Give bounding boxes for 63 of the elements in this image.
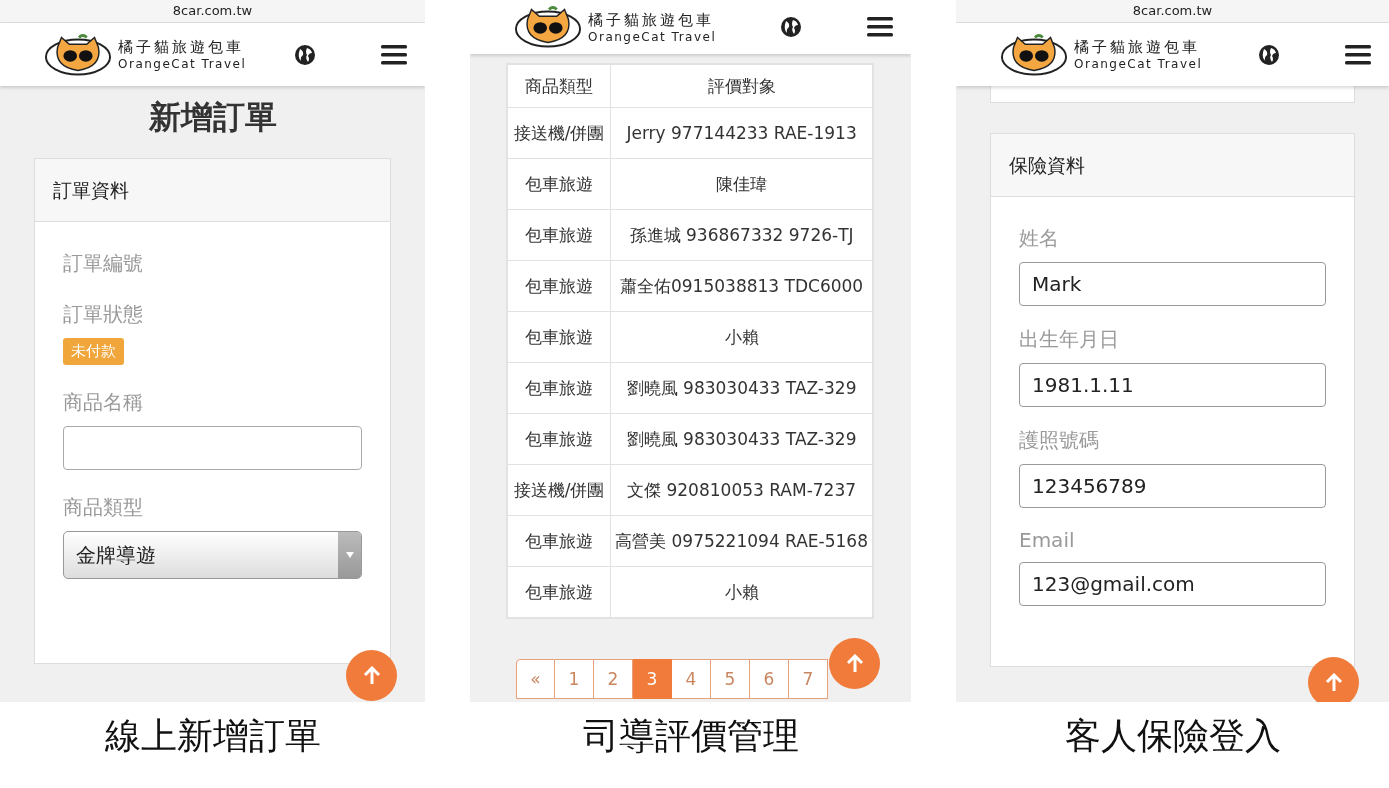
brand-name: 橘子貓旅遊包車 — [588, 10, 715, 30]
arrow-up-icon — [362, 665, 381, 686]
field-label: 姓名 — [1019, 225, 1060, 252]
brand-name: OrangeCat Travel — [588, 29, 717, 44]
table-cell: 接送機/併團 — [507, 464, 611, 516]
field-label: 訂單編號 — [63, 250, 144, 277]
menu-icon[interactable] — [1345, 43, 1371, 66]
menu-icon[interactable] — [381, 43, 407, 66]
caret-icon — [345, 552, 354, 558]
page-button[interactable]: 5 — [711, 659, 750, 699]
field-label: Email — [1019, 528, 1076, 552]
url-bar[interactable]: 8car.com.tw — [956, 0, 1389, 23]
scroll-top-button[interactable] — [346, 650, 397, 701]
scroll-top-button[interactable] — [829, 638, 880, 689]
field-label: 出生年月日 — [1019, 326, 1120, 353]
menu-icon[interactable] — [867, 16, 893, 38]
arrow-up-icon — [845, 653, 864, 674]
field-label: 訂單狀態 — [63, 301, 144, 328]
input-field[interactable]: 123@gmail.com — [1019, 562, 1326, 606]
table-cell: 包車旅遊 — [507, 260, 611, 312]
page-button[interactable]: 1 — [555, 659, 594, 699]
arrow-up-icon — [1324, 672, 1343, 693]
page-button[interactable]: « — [516, 659, 555, 699]
page-button[interactable]: 2 — [594, 659, 633, 699]
cat-logo-drawing — [1000, 32, 1068, 77]
globe-icon[interactable] — [293, 42, 317, 67]
input-field[interactable]: 1981.1.11 — [1019, 363, 1326, 407]
page-button[interactable]: 4 — [672, 659, 711, 699]
input-field[interactable]: 123456789 — [1019, 464, 1326, 508]
table-cell: 包車旅遊 — [507, 311, 611, 363]
table-cell: 接送機/併團 — [507, 107, 611, 159]
field-label: 商品類型 — [63, 494, 144, 521]
input-field[interactable] — [63, 426, 362, 470]
card-title: 訂單資料 — [35, 159, 390, 222]
caption: 司導評價管理 — [581, 714, 800, 758]
table-cell: 包車旅遊 — [507, 362, 611, 414]
select-dropdown[interactable]: 金牌導遊 — [63, 531, 362, 579]
table-cell: 包車旅遊 — [507, 158, 611, 210]
column-header: 商品類型 — [507, 64, 611, 108]
field-label: 商品名稱 — [63, 389, 144, 416]
page-button[interactable]: 7 — [789, 659, 828, 699]
table-cell: 包車旅遊 — [507, 413, 611, 465]
table-cell: 包車旅遊 — [507, 209, 611, 261]
brand-name: 橘子貓旅遊包車 — [118, 38, 245, 57]
page-button[interactable]: 3 — [633, 659, 672, 699]
globe-icon[interactable] — [779, 15, 803, 39]
cat-logo-drawing — [514, 5, 582, 49]
card-title: 保險資料 — [991, 134, 1354, 197]
caption: 線上新增訂單 — [103, 714, 322, 758]
input-field[interactable]: Mark — [1019, 262, 1326, 306]
brand-name: 橘子貓旅遊包車 — [1074, 38, 1201, 57]
cat-logo-drawing — [44, 32, 112, 77]
table-cell: 包車旅遊 — [507, 515, 611, 567]
field-label: 護照號碼 — [1019, 427, 1100, 454]
url-bar[interactable]: 8car.com.tw — [0, 0, 425, 23]
scroll-top-button[interactable] — [1308, 657, 1359, 702]
brand-name: OrangeCat Travel — [1074, 57, 1203, 71]
status-badge: 未付款 — [63, 338, 124, 365]
page-title: 新增訂單 — [147, 97, 278, 138]
page-button[interactable]: 6 — [750, 659, 789, 699]
caption: 客人保險登入 — [1063, 714, 1282, 758]
globe-icon[interactable] — [1257, 42, 1281, 67]
brand-name: OrangeCat Travel — [118, 57, 247, 71]
